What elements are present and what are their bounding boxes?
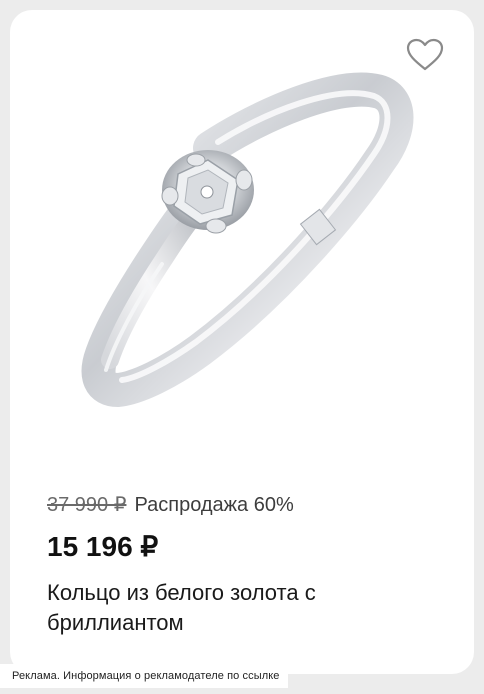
sale-label: Распродажа 60%: [134, 494, 294, 516]
price-block: 37 990 ₽ Распродажа 60% 15 196 ₽: [47, 492, 447, 564]
current-price: 15 196 ₽: [47, 531, 159, 562]
product-image[interactable]: [10, 10, 474, 460]
product-title[interactable]: Кольцо из белого золота с бриллиантом: [47, 578, 447, 638]
old-price-row: 37 990 ₽ Распродажа 60%: [47, 492, 447, 518]
product-card[interactable]: 37 990 ₽ Распродажа 60% 15 196 ₽ Кольцо и…: [10, 10, 474, 674]
ad-disclaimer[interactable]: Реклама. Информация о рекламодателе по с…: [0, 664, 288, 688]
old-price: 37 990 ₽: [47, 494, 127, 516]
ring-illustration: [81, 72, 414, 408]
heart-outline-icon: [406, 38, 444, 71]
favorite-button[interactable]: [406, 38, 444, 72]
